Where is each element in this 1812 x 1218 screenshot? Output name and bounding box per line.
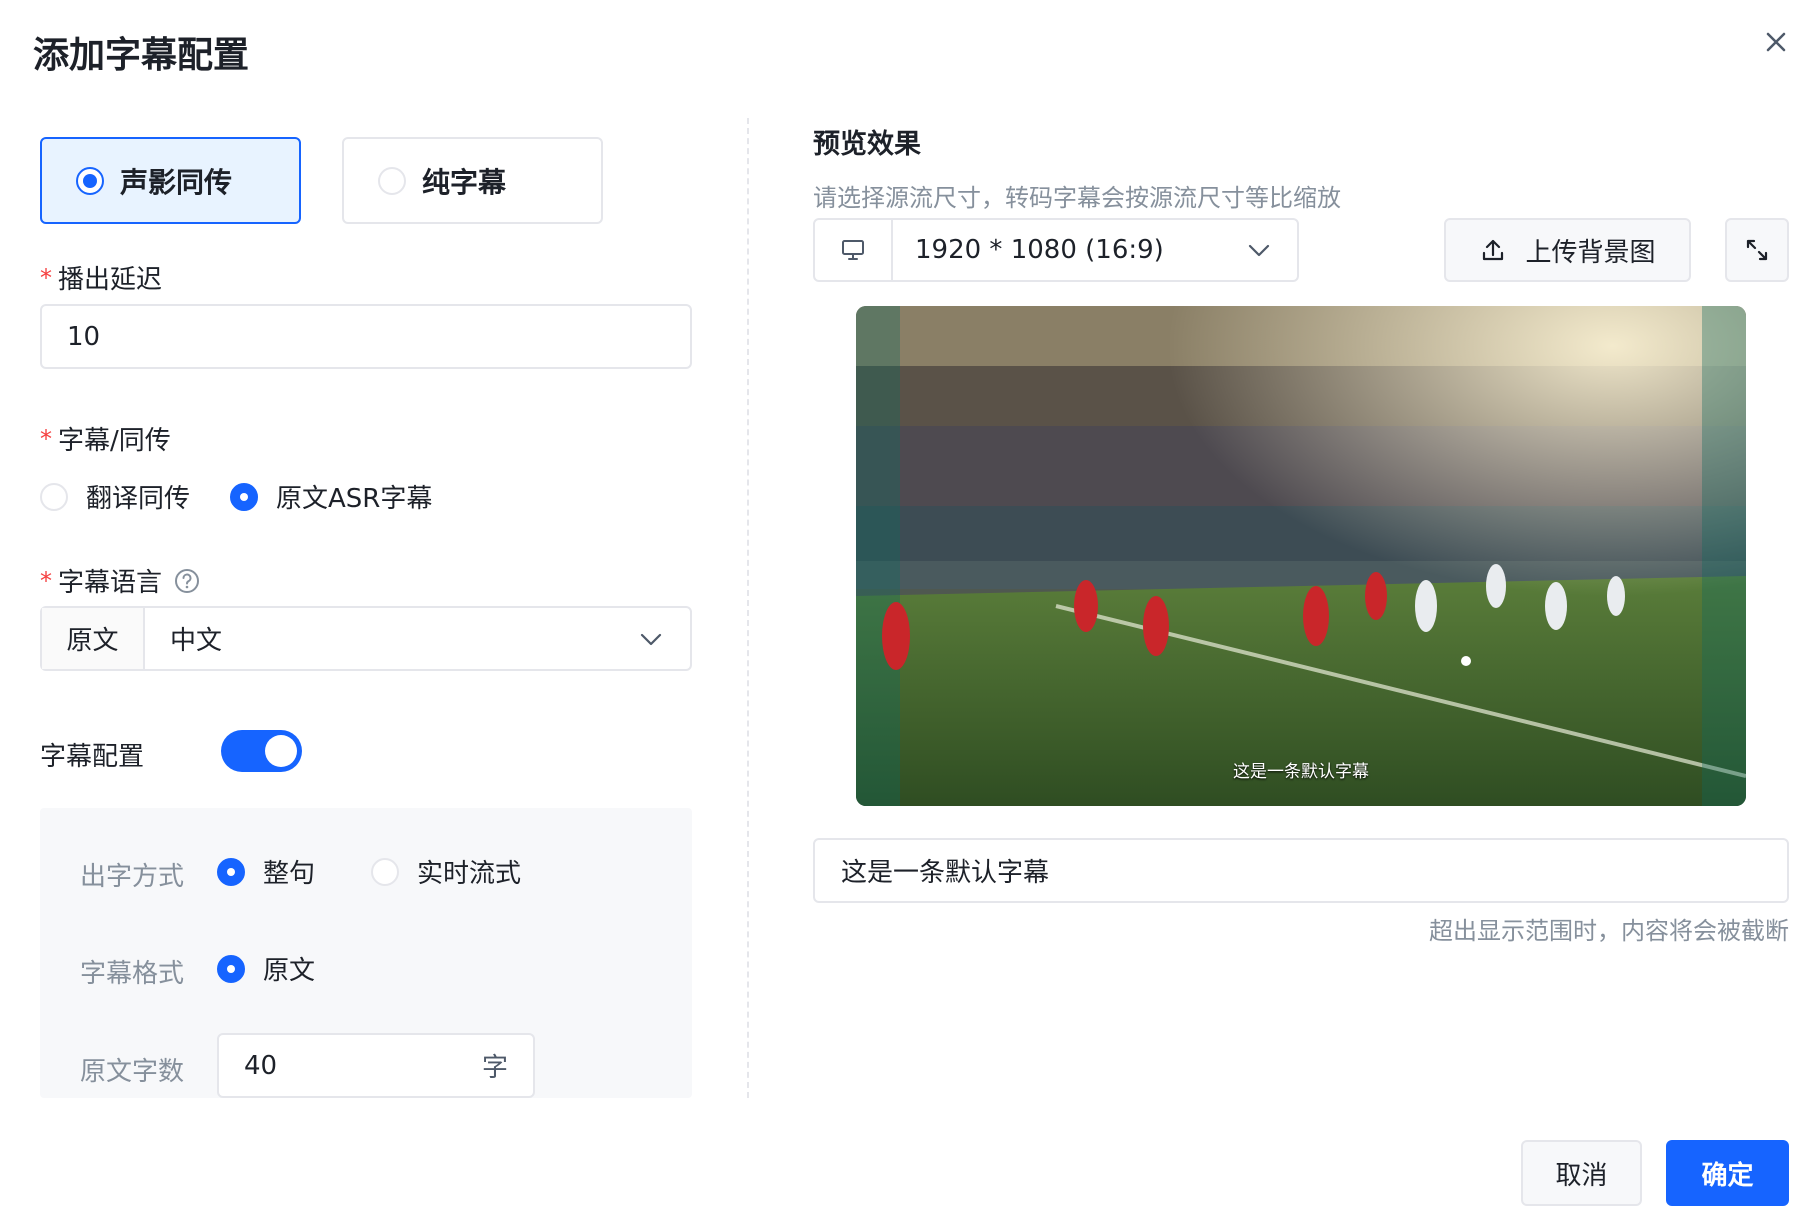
language-label: * 字幕语言 [40,562,200,599]
language-select[interactable]: 原文 中文 [40,606,692,671]
upload-background-button[interactable]: 上传背景图 [1444,218,1691,282]
preview-title: 预览效果 [813,129,921,160]
char-count-input[interactable]: 40 字 [217,1033,535,1098]
output-mode-radio-group: 整句 实时流式 [217,853,561,890]
confirm-button[interactable]: 确定 [1666,1140,1789,1206]
mode-card-label: 声影同传 [120,165,233,199]
close-button[interactable] [1758,24,1794,60]
output-mode-label: 出字方式 [80,862,185,892]
truncate-hint: 超出显示范围时，内容将会被截断 [1429,917,1789,945]
monitor-icon [842,240,864,260]
stadium-preview-graphic [856,306,1746,806]
chevron-down-icon [1248,244,1270,257]
monitor-icon-wrap [815,220,893,280]
radio-option-full-sentence[interactable]: 整句 [217,853,315,890]
preview-hint: 请选择源流尺寸，转码字幕会按源流尺寸等比缩放 [813,184,1341,212]
radio-option-original[interactable]: 原文 [217,950,315,987]
delay-value: 10 [67,321,101,352]
caption-input[interactable]: 这是一条默认字幕 [813,838,1789,903]
radio-unselected-icon [371,857,400,886]
caption-input-value: 这是一条默认字幕 [841,858,1050,888]
mode-card-voice-sync[interactable]: 声影同传 [40,137,301,224]
upload-background-label: 上传背景图 [1525,237,1656,268]
delay-input[interactable]: 10 [40,304,692,369]
expand-icon [1746,239,1768,261]
language-value: 中文 [170,626,223,656]
radio-unselected-icon [40,482,68,511]
radio-selected-icon [217,954,245,983]
subtitle-type-radio-group: 翻译同传 原文ASR字幕 [40,478,472,515]
cancel-button[interactable]: 取消 [1521,1140,1642,1206]
radio-option-asr[interactable]: 原文ASR字幕 [230,478,432,515]
radio-option-streaming[interactable]: 实时流式 [371,853,521,890]
upload-icon [1483,239,1504,261]
format-label: 字幕格式 [80,959,185,989]
column-divider [747,118,749,1098]
required-mark: * [40,424,52,453]
radio-option-translate[interactable]: 翻译同传 [40,478,190,515]
char-count-suffix: 字 [481,1053,508,1083]
radio-selected-icon [217,857,245,886]
chevron-down-icon [640,633,662,645]
char-count-label: 原文字数 [80,1057,185,1087]
radio-selected-icon [230,482,259,511]
radio-selected-icon [76,166,104,195]
close-icon [1766,32,1786,52]
subtitle-config-label: 字幕配置 [40,742,145,772]
delay-label: * 播出延迟 [40,263,163,296]
preview-image: 这是一条默认字幕 [856,306,1746,806]
required-mark: * [40,566,52,595]
preview-caption: 这是一条默认字幕 [1233,762,1369,782]
resolution-select[interactable]: 1920 * 1080 (16:9) [813,218,1299,282]
dialog-title: 添加字幕配置 [33,35,250,76]
format-radio-group: 原文 [217,950,355,987]
mode-card-label: 纯字幕 [422,165,507,199]
mode-card-subtitle-only[interactable]: 纯字幕 [342,137,603,224]
language-prefix: 原文 [42,608,145,669]
char-count-value: 40 [244,1050,278,1081]
resolution-value: 1920 * 1080 (16:9) [915,235,1164,265]
subtitle-type-label: * 字幕/同传 [40,424,171,457]
radio-unselected-icon [378,166,406,195]
help-icon[interactable] [174,568,200,594]
fullscreen-button[interactable] [1725,218,1789,282]
required-mark: * [40,263,52,292]
subtitle-config-toggle[interactable] [221,730,302,772]
